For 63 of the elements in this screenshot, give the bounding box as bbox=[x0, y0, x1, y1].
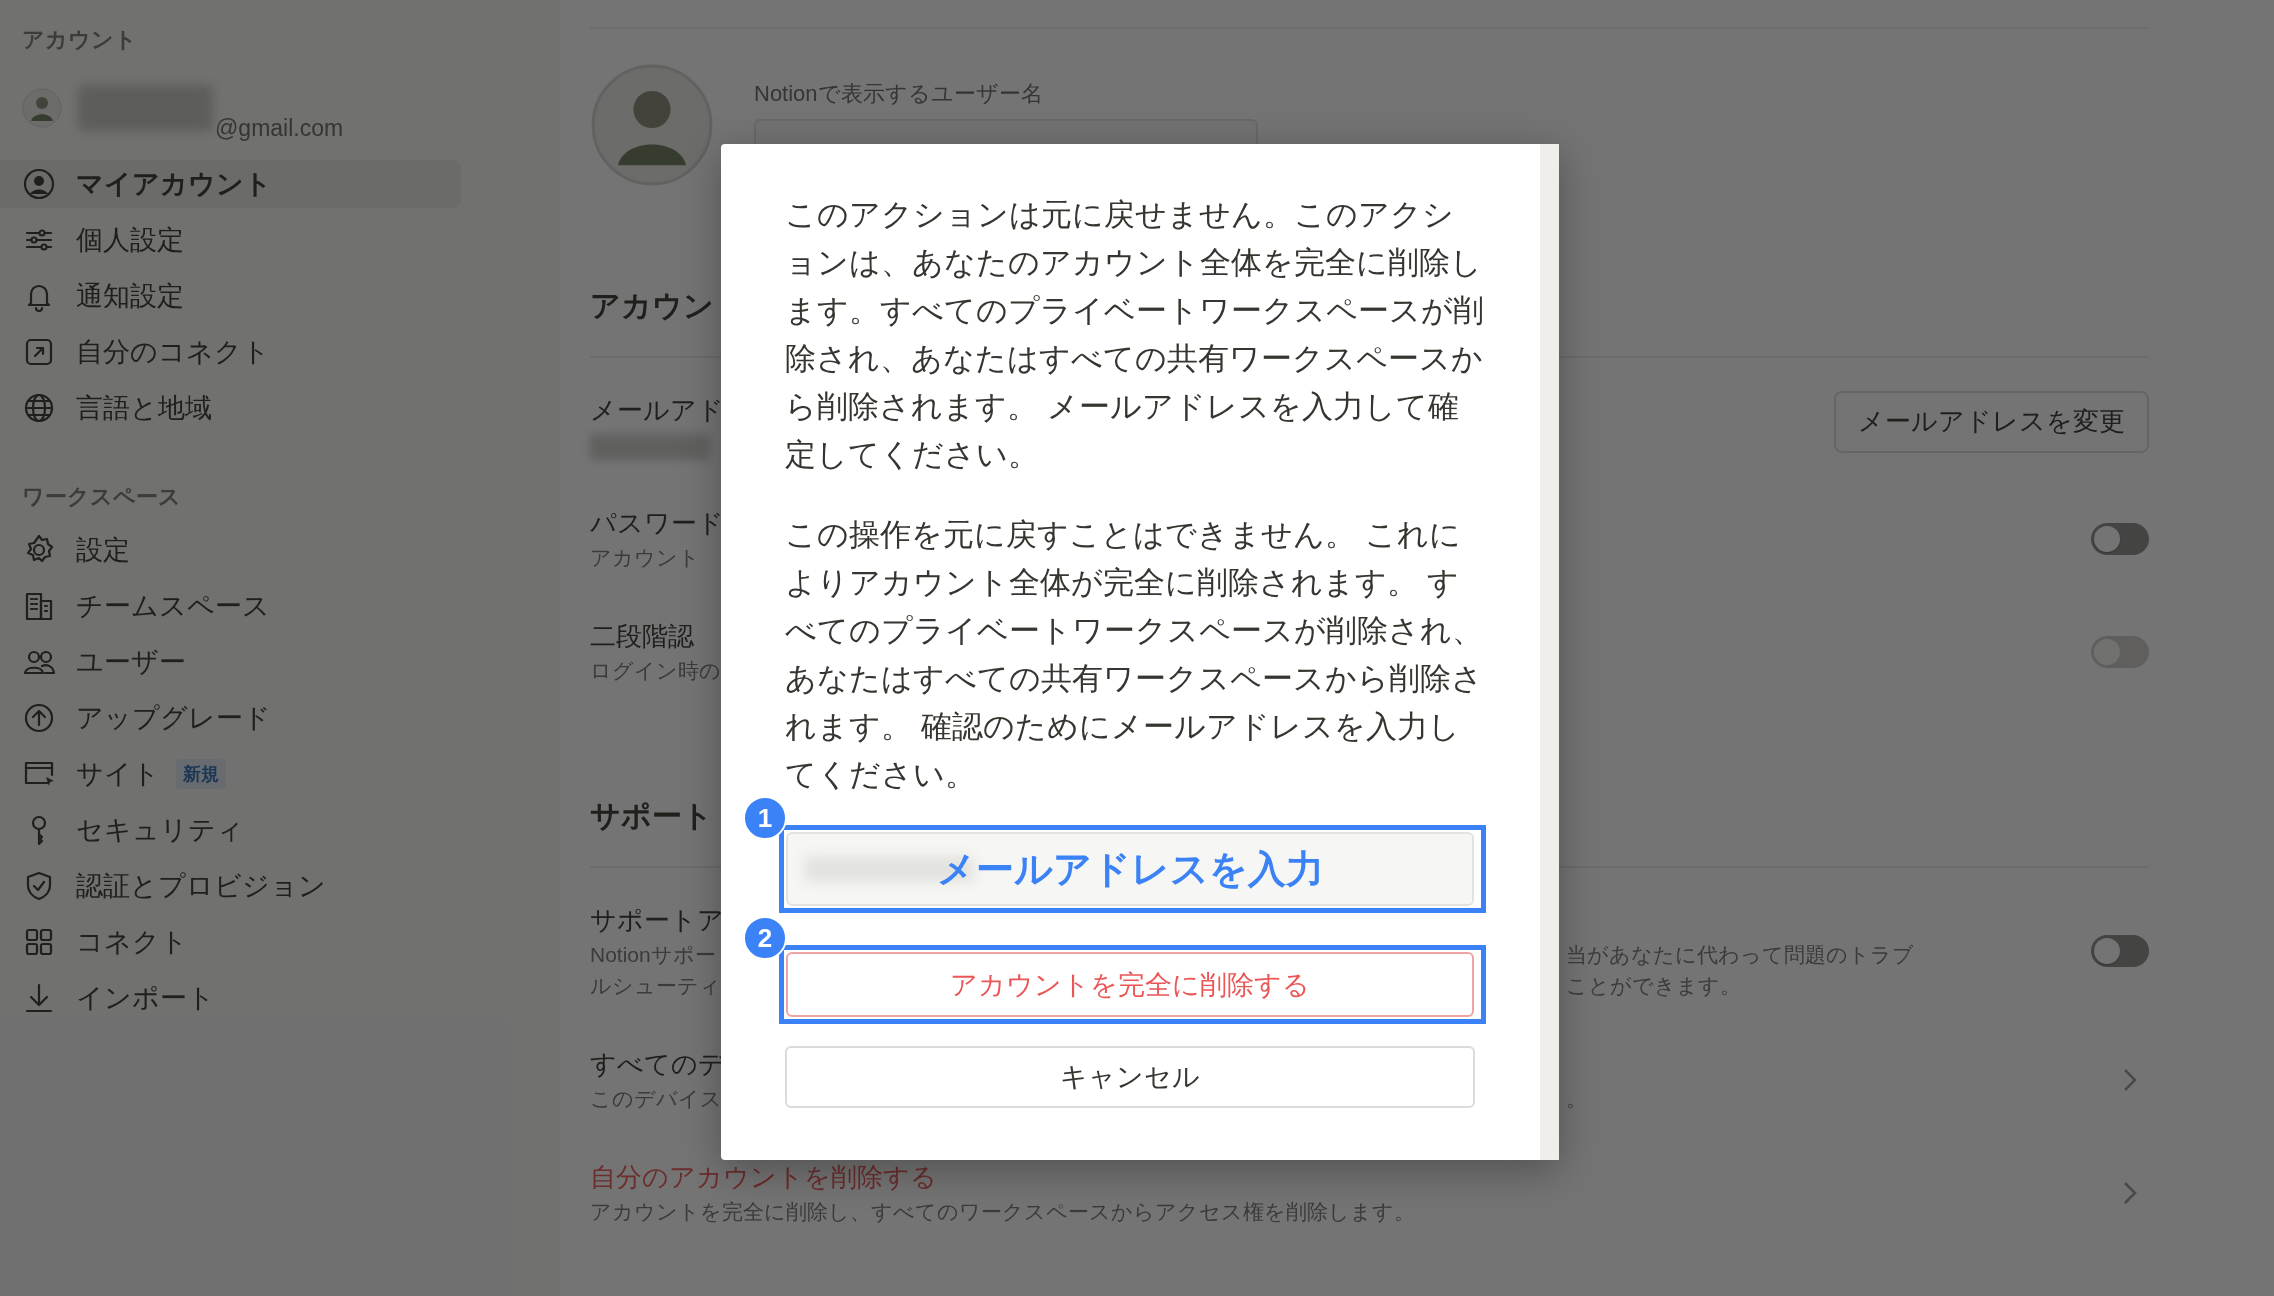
change-email-button[interactable]: メールアドレスを変更 bbox=[1834, 390, 2149, 453]
sidebar-item[interactable]: ユーザー bbox=[0, 638, 461, 686]
setting-description: Notionサポー bbox=[590, 942, 716, 968]
setting-description: アカウントを完全に削除し、すべてのワークスペースからアクセス権を削除します。 bbox=[590, 1199, 1415, 1225]
setting-title: 自分のアカウントを削除する bbox=[590, 1161, 937, 1194]
globe-icon bbox=[22, 391, 56, 425]
sidebar-item[interactable]: 言語と地域 bbox=[0, 384, 461, 432]
item-label: 個人設定 bbox=[76, 224, 184, 257]
sidebar-item[interactable]: 通知設定 bbox=[0, 272, 461, 320]
annotation-text: メールアドレスを入力 bbox=[936, 846, 1324, 892]
item-label: サイト bbox=[76, 758, 160, 791]
person-circle-icon bbox=[22, 167, 56, 201]
setting-title: 二段階認 bbox=[590, 620, 694, 653]
sidebar-item[interactable]: セキュリティ bbox=[0, 806, 461, 854]
sidebar-item[interactable]: チームスペース bbox=[0, 582, 461, 630]
new-badge: 新規 bbox=[176, 759, 226, 789]
arrow-up-circle-icon bbox=[22, 701, 56, 735]
setting-description: ログイン時の bbox=[590, 658, 721, 684]
cancel-button[interactable]: キャンセル bbox=[785, 1046, 1475, 1108]
sidebar-item[interactable]: コネクト bbox=[0, 918, 461, 966]
setting-description: 。 bbox=[1566, 1086, 1587, 1112]
warning-text: このアクションは元に戻せません。このアクションは、あなたのアカウント全体を完全に削除します。すべてのプライベートワークスペースが削除され、あなたはすべての共有ワークスペースから削除されます。 メールアドレスを入力して確定してください。 bbox=[785, 196, 1485, 474]
item-label: アップグレード bbox=[76, 702, 271, 735]
sidebar-item[interactable]: 個人設定 bbox=[0, 216, 461, 264]
setting-description: アカウント bbox=[590, 545, 700, 571]
sidebar-item[interactable]: アップグレード bbox=[0, 694, 461, 742]
item-label: チームスペース bbox=[76, 590, 270, 623]
setting-description: ことができます。 bbox=[1566, 973, 1741, 999]
item-label: 言語と地域 bbox=[76, 392, 212, 425]
setting-title: サポートア bbox=[590, 904, 724, 937]
delete-account-button[interactable]: アカウントを完全に削除する bbox=[786, 952, 1474, 1017]
setting-title: パスワード bbox=[590, 507, 724, 540]
setting-description: このデバイス bbox=[590, 1086, 722, 1112]
item-label: セキュリティ bbox=[76, 814, 244, 847]
warning-text: この操作を元に戻すことはできません。 これによりアカウント全体が完全に削除されます。 すべてのプライベートワークスペースが削除され、あなたはすべての共有ワークスペースから削除されます。 確認のためにメールアドレスを入力してください。 bbox=[785, 516, 1484, 794]
chevron-right-icon[interactable] bbox=[2123, 1067, 2137, 1092]
setting-title: メールアド bbox=[590, 394, 724, 427]
item-label: 認証とプロビジョン bbox=[76, 870, 326, 903]
sidebar-item[interactable]: マイアカウント bbox=[0, 160, 461, 208]
toggle-switch[interactable] bbox=[2091, 522, 2149, 555]
sidebar-item[interactable]: 自分のコネクト bbox=[0, 328, 461, 376]
item-label: コネクト bbox=[76, 926, 188, 959]
item-label: マイアカウント bbox=[76, 168, 272, 201]
avatar bbox=[22, 88, 62, 128]
chevron-right-icon[interactable] bbox=[2123, 1180, 2137, 1205]
item-label: ユーザー bbox=[76, 646, 186, 679]
field-label: Notionで表示するユーザー名 bbox=[754, 80, 1044, 108]
item-label: 設定 bbox=[76, 534, 130, 567]
step-badge: 2 bbox=[743, 916, 787, 960]
sidebar-item[interactable]: 設定 bbox=[0, 526, 461, 574]
section-heading: サポート bbox=[590, 798, 713, 834]
email-field[interactable]: メールアドレスを入力 bbox=[786, 832, 1474, 906]
sidebar-item[interactable]: インポート bbox=[0, 974, 461, 1022]
section-heading: アカウン bbox=[590, 288, 714, 324]
setting-description: 当があなたに代わって問題のトラブ bbox=[1566, 942, 1914, 968]
sidebar-item[interactable]: 認証とプロビジョン bbox=[0, 862, 461, 910]
toggle-switch[interactable] bbox=[2091, 935, 2149, 967]
sidebar-item[interactable]: サイト 新規 bbox=[0, 750, 461, 798]
item-label: 通知設定 bbox=[76, 280, 184, 313]
item-label: 自分のコネクト bbox=[76, 336, 270, 369]
item-label: インポート bbox=[76, 982, 215, 1015]
step-badge: 1 bbox=[743, 796, 787, 840]
account-email: @gmail.com bbox=[215, 115, 344, 142]
